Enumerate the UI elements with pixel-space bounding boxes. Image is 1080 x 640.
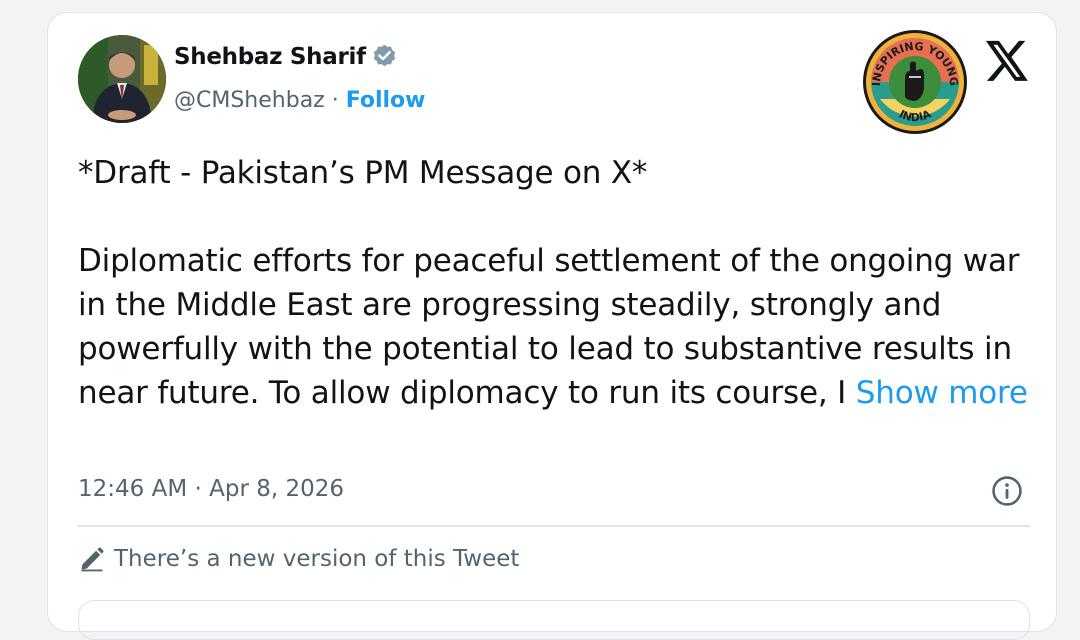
tweet-body: Diplomatic efforts for peaceful settleme…	[78, 239, 1038, 415]
handle-row: @CMShehbaz · Follow	[174, 88, 426, 113]
edited-tweet-notice[interactable]: There’s a new version of this Tweet	[78, 545, 519, 573]
divider	[78, 525, 1030, 527]
tweet-text: *Draft - Pakistan’s PM Message on X* Dip…	[78, 151, 1038, 415]
show-more-link[interactable]: Show more	[856, 375, 1028, 411]
avatar[interactable]	[78, 35, 166, 123]
tweet-title-line: *Draft - Pakistan’s PM Message on X*	[78, 155, 648, 191]
handle-separator: ·	[324, 88, 346, 113]
pencil-icon	[78, 545, 106, 573]
follow-button[interactable]: Follow	[346, 88, 426, 113]
inspiring-young-india-logo: INSPIRING YOUNG INDIA	[860, 27, 970, 137]
edited-notice-text: There’s a new version of this Tweet	[114, 546, 520, 572]
verified-badge-icon	[371, 43, 398, 70]
tweet-card: Shehbaz Sharif @CMShehbaz · Follow INSPI…	[47, 12, 1057, 640]
author-name-row: Shehbaz Sharif	[174, 43, 398, 70]
info-icon[interactable]	[990, 474, 1024, 508]
read-more-box[interactable]	[78, 600, 1030, 640]
author-name[interactable]: Shehbaz Sharif	[174, 44, 366, 70]
author-handle[interactable]: @CMShehbaz	[174, 88, 325, 113]
x-logo-icon[interactable]	[984, 39, 1030, 83]
tweet-timestamp[interactable]: 12:46 AM · Apr 8, 2026	[78, 476, 344, 502]
